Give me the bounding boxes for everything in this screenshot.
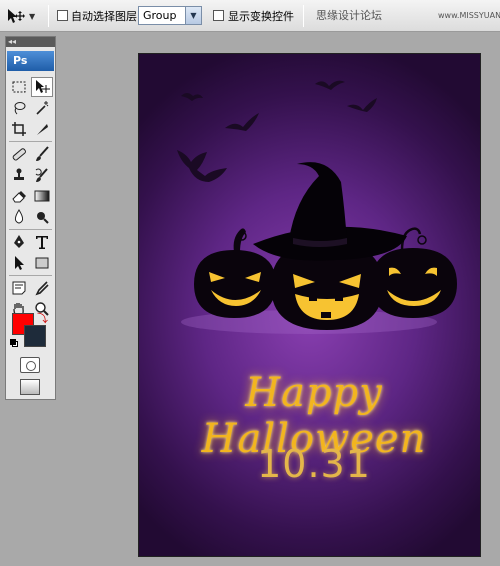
tool-preset-picker[interactable]: ▼: [6, 6, 44, 26]
magic-wand-tool[interactable]: [31, 98, 53, 118]
blur-tool[interactable]: [8, 207, 30, 227]
brush-tool[interactable]: [31, 144, 53, 164]
eyedropper-tool[interactable]: [31, 278, 53, 298]
watermark-url: www.MISSYUAN.COM: [438, 11, 500, 20]
brush-icon: [36, 146, 49, 161]
crop-tool[interactable]: [8, 119, 30, 139]
auto-select-dropdown[interactable]: Group ▼: [138, 6, 202, 25]
crop-icon: [12, 122, 26, 136]
show-transform-checkbox[interactable]: [213, 10, 224, 21]
divider: [9, 229, 52, 230]
gradient-icon: [34, 190, 50, 202]
watermark-text: 思缘设计论坛: [316, 9, 382, 22]
history-brush-icon: [35, 168, 48, 182]
move-tool[interactable]: [31, 77, 53, 97]
slice-tool[interactable]: [31, 119, 53, 139]
clone-stamp-tool[interactable]: [8, 165, 30, 185]
move-tool-icon: [8, 9, 25, 23]
marquee-tool[interactable]: [8, 77, 30, 97]
arrow-icon: [15, 256, 24, 270]
dodge-tool[interactable]: [31, 207, 53, 227]
show-transform-label: 显示变换控件: [228, 10, 294, 23]
healing-brush-tool[interactable]: [8, 144, 30, 164]
history-brush-tool[interactable]: [31, 165, 53, 185]
divider: [48, 5, 49, 27]
quick-mask-button[interactable]: [20, 357, 40, 373]
bat-icon: [177, 80, 377, 182]
type-tool[interactable]: [31, 232, 53, 252]
collapse-icon[interactable]: ◂◂: [6, 37, 55, 47]
default-colors-icon[interactable]: [10, 339, 18, 347]
pen-icon: [14, 235, 24, 248]
pen-tool[interactable]: [8, 232, 30, 252]
eyedropper-icon: [35, 281, 49, 296]
auto-select-checkbox[interactable]: [57, 10, 68, 21]
lasso-tool[interactable]: [8, 98, 30, 118]
stamp-icon: [14, 168, 24, 180]
chevron-down-icon[interactable]: ▼: [29, 12, 35, 21]
rectangle-icon: [35, 257, 49, 269]
witch-hat: [253, 162, 407, 261]
options-bar: ▼ 自动选择图层 Group ▼ 显示变换控件 思缘设计论坛 www.MISSY…: [0, 0, 500, 32]
lasso-icon: [14, 102, 26, 115]
eraser-tool[interactable]: [8, 186, 30, 206]
document-canvas[interactable]: Happy Halloween 10.31: [138, 53, 481, 557]
drop-icon: [14, 209, 24, 224]
tools-panel: ◂◂ Ps ⤵: [5, 36, 56, 400]
eraser-icon: [12, 191, 26, 203]
move-icon: [36, 80, 50, 93]
shape-tool[interactable]: [31, 253, 53, 273]
notes-tool[interactable]: [8, 278, 30, 298]
gradient-tool[interactable]: [31, 186, 53, 206]
divider: [303, 5, 304, 27]
date-text: 10.31: [257, 442, 371, 486]
type-icon: [36, 236, 48, 249]
auto-select-value: Group: [143, 9, 177, 22]
ps-logo: Ps: [7, 51, 54, 71]
marquee-icon: [12, 81, 26, 93]
note-icon: [12, 281, 26, 295]
divider: [9, 141, 52, 142]
dodge-icon: [37, 212, 49, 224]
chevron-down-icon[interactable]: ▼: [185, 7, 201, 24]
swap-colors-icon[interactable]: ⤵: [37, 310, 48, 326]
magic-wand-icon: [36, 101, 49, 115]
auto-select-label: 自动选择图层: [71, 10, 137, 23]
screen-mode-button[interactable]: [20, 379, 40, 395]
divider: [9, 275, 52, 276]
background-color-swatch[interactable]: [24, 325, 46, 347]
bandage-icon: [12, 148, 26, 161]
path-selection-tool[interactable]: [8, 253, 30, 273]
slice-icon: [37, 124, 48, 135]
